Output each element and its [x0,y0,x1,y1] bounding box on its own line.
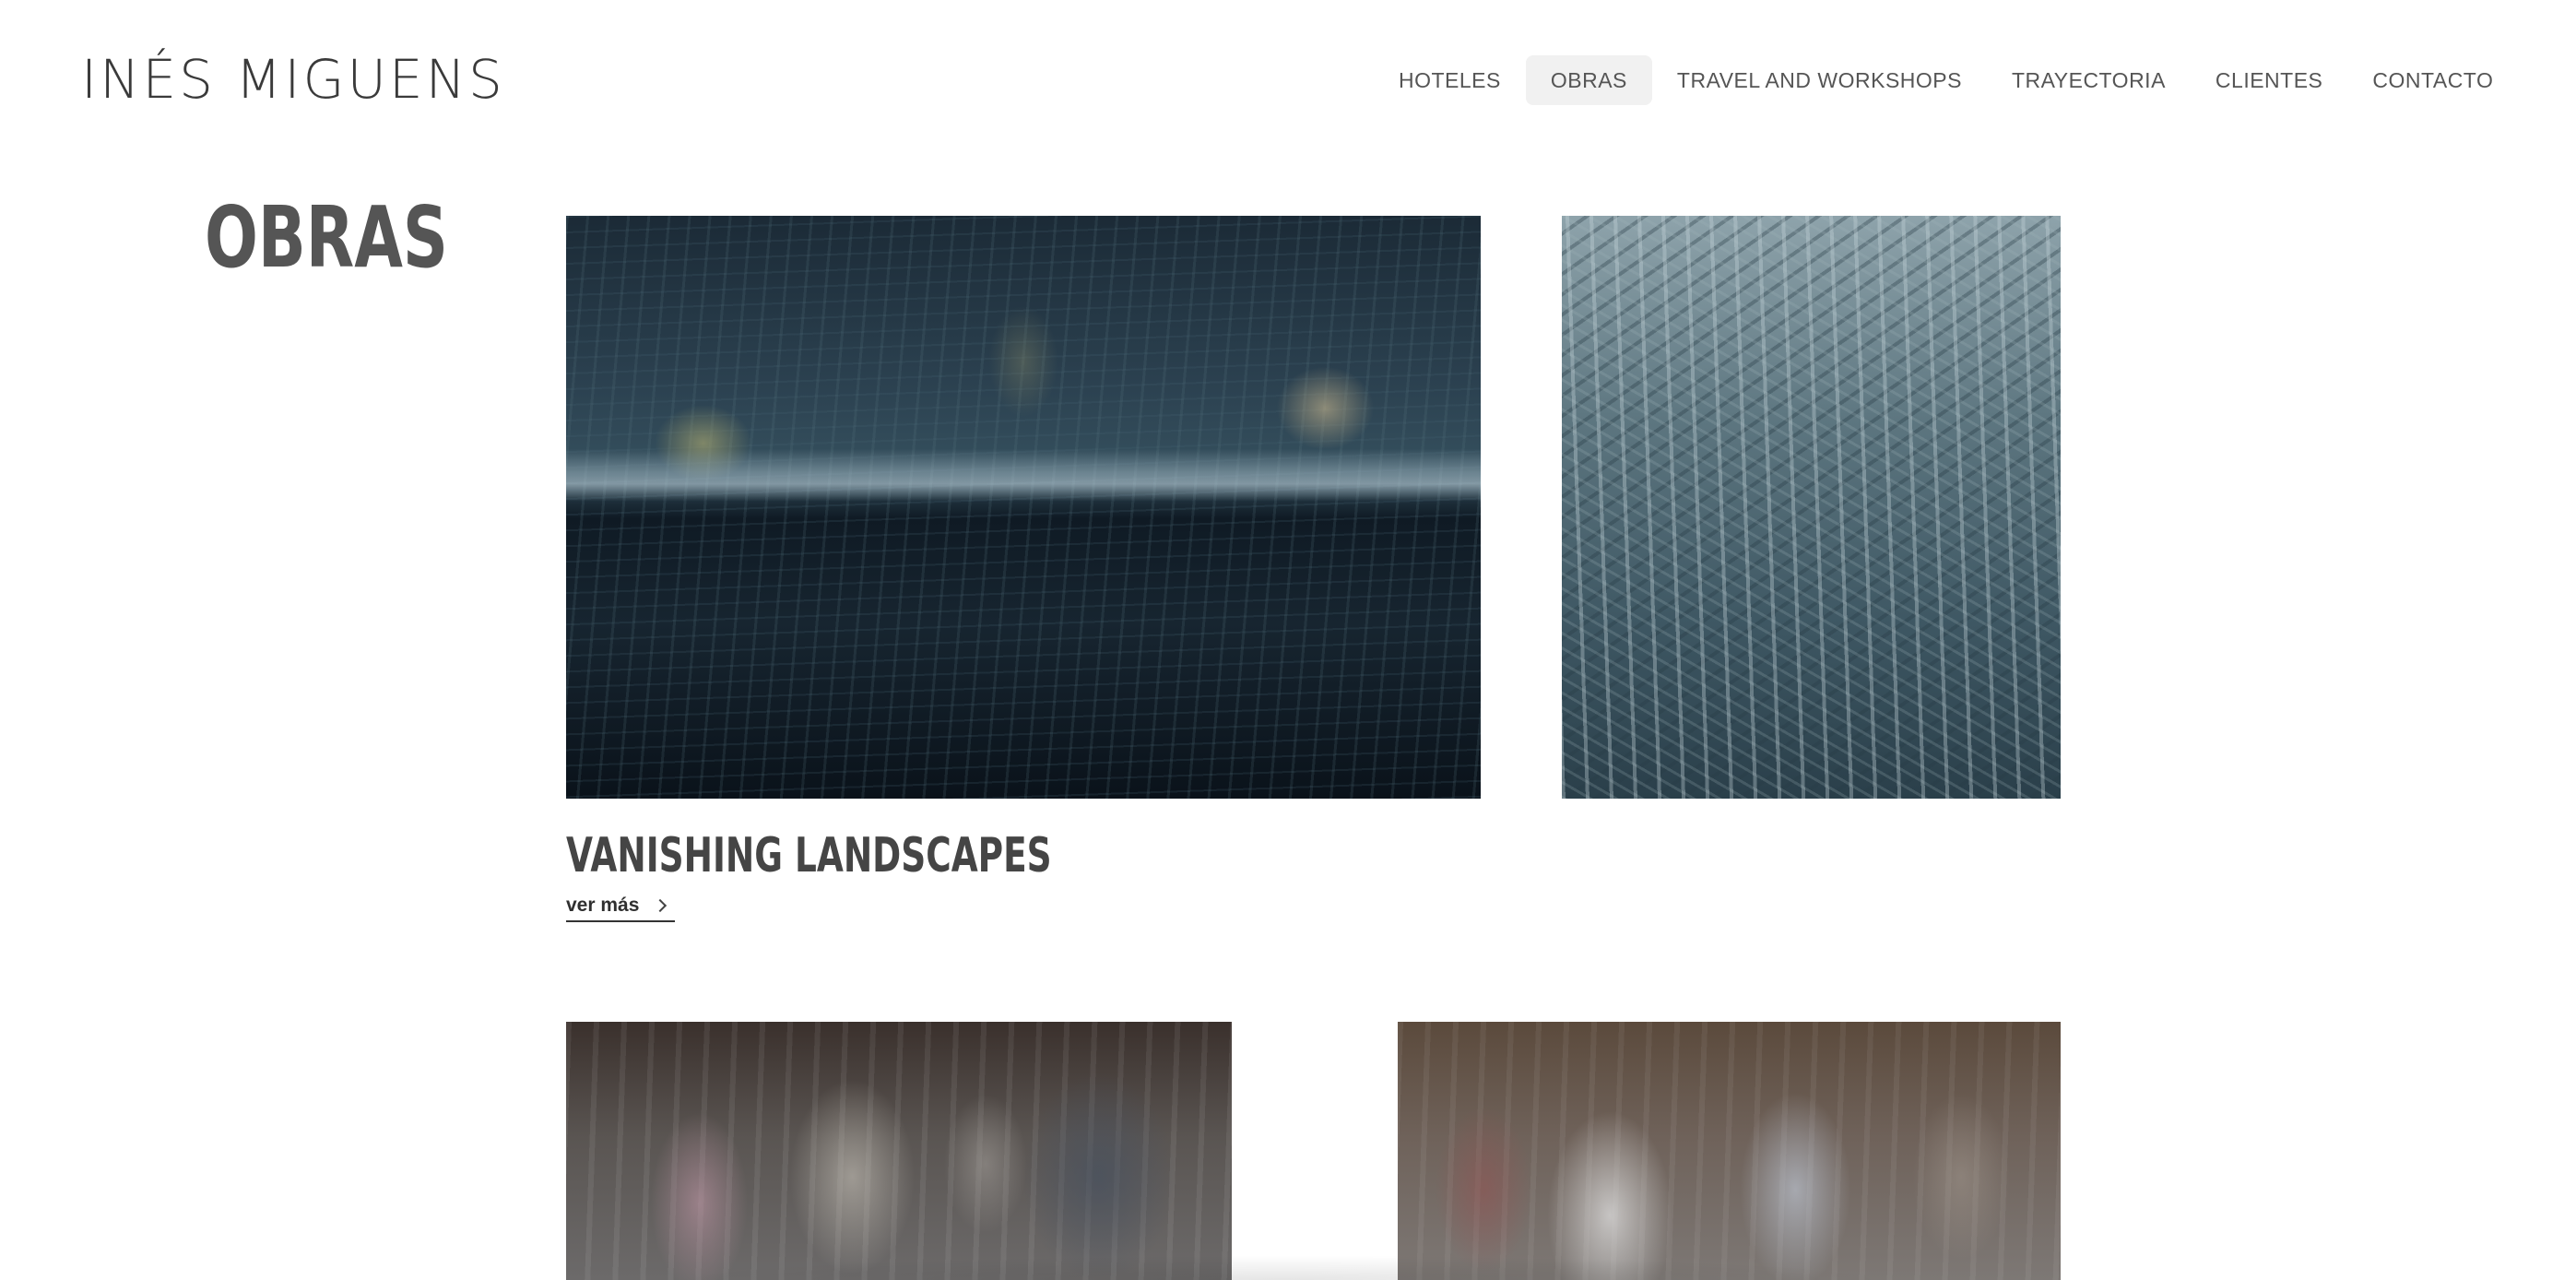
series-photo-crowd-left[interactable] [566,1022,1232,1280]
series-title: VANISHING LANDSCAPES [566,828,1052,883]
nav-item-trayectoria[interactable]: TRAYECTORIA [1987,55,2191,105]
main-nav: HOTELES OBRAS TRAVEL AND WORKSHOPS TRAYE… [1374,55,2518,105]
series-photo-jungle[interactable] [1562,216,2061,799]
see-more-link[interactable]: ver más [566,891,675,922]
page: INÉS MIGUENS HOTELES OBRAS TRAVEL AND WO… [0,0,2576,1280]
series-photo-crowd-right[interactable] [1398,1022,2061,1280]
nav-item-contacto[interactable]: CONTACTO [2347,55,2518,105]
page-title: OBRAS [205,188,448,287]
series-photo-lake-forest[interactable] [566,216,1481,799]
nav-item-clientes[interactable]: CLIENTES [2191,55,2347,105]
nav-item-travel-and-workshops[interactable]: TRAVEL AND WORKSHOPS [1652,55,1987,105]
site-logo[interactable]: INÉS MIGUENS [81,48,505,111]
see-more-label: ver más [566,895,640,916]
nav-item-hoteles[interactable]: HOTELES [1374,55,1526,105]
nav-item-obras[interactable]: OBRAS [1525,55,1652,105]
chevron-right-icon [654,898,668,913]
